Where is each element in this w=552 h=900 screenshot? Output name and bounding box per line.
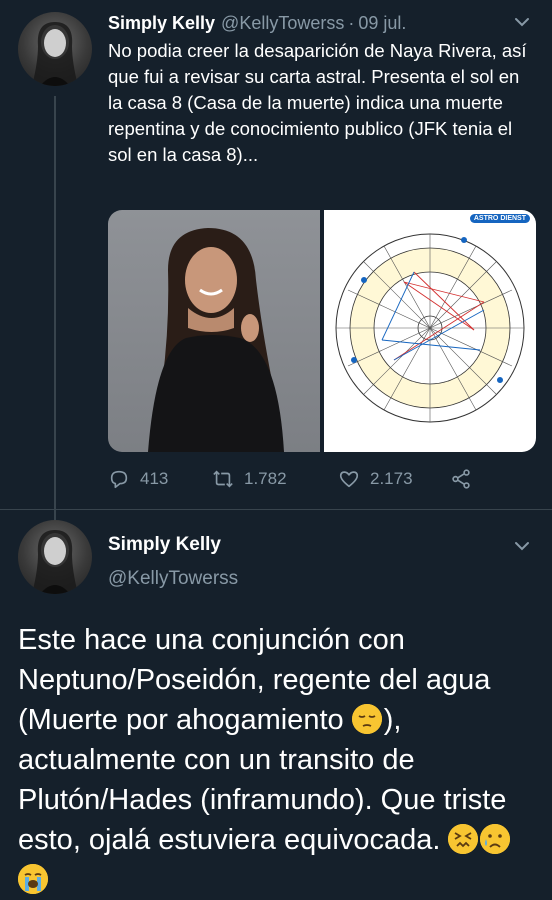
author-handle[interactable]: @KellyTowerss	[108, 568, 238, 590]
author-name[interactable]: Simply Kelly	[108, 13, 215, 34]
reply-icon	[110, 470, 128, 489]
retweet-icon	[213, 470, 233, 488]
tweet-actions: 413 1.782 2.173	[108, 466, 488, 492]
tweet-date[interactable]: 09 jul.	[358, 13, 406, 34]
share-icon	[452, 469, 470, 489]
retweet-button[interactable]: 1.782	[212, 468, 338, 490]
crying-face-emoji	[480, 824, 511, 854]
chevron-down-icon[interactable]	[512, 12, 532, 32]
pensive-face-emoji	[351, 704, 382, 734]
like-count: 2.173	[370, 469, 413, 488]
astro-dienst-badge: ASTRO DIENST	[469, 214, 530, 223]
like-icon	[339, 471, 359, 488]
avatar[interactable]	[18, 12, 92, 86]
like-button[interactable]: 2.173	[338, 468, 450, 490]
reply-button[interactable]: 413	[108, 468, 212, 490]
tweet[interactable]: Simply Kelly @KellyTowerss · 09 jul. No …	[0, 0, 552, 528]
author-handle[interactable]: @KellyTowerss	[221, 13, 344, 34]
retweet-count: 1.782	[244, 469, 287, 488]
tweet-header: Simply Kelly @KellyTowerss · 09 jul.	[108, 10, 528, 36]
author-name[interactable]: Simply Kelly	[108, 534, 221, 556]
thread-line	[54, 96, 56, 528]
astrology-chart[interactable]: ASTRO DIENST	[324, 210, 536, 452]
tweet-text-part1: Este hace una conjunción con Neptuno/Pos…	[18, 624, 491, 736]
avatar[interactable]	[18, 520, 92, 594]
chevron-down-icon[interactable]	[512, 536, 532, 556]
tweet-text: No podia creer la desaparición de Naya R…	[108, 40, 527, 165]
share-button[interactable]	[450, 468, 472, 490]
loudly-crying-face-emoji	[18, 864, 48, 894]
tweet-text: Este hace una conjunción con Neptuno/Pos…	[18, 620, 538, 900]
confounded-face-emoji	[448, 824, 479, 854]
reply-count: 413	[140, 469, 169, 488]
separator: ·	[348, 12, 355, 33]
photo-woman[interactable]	[108, 210, 320, 452]
tweet-media[interactable]: ASTRO DIENST	[108, 210, 536, 452]
